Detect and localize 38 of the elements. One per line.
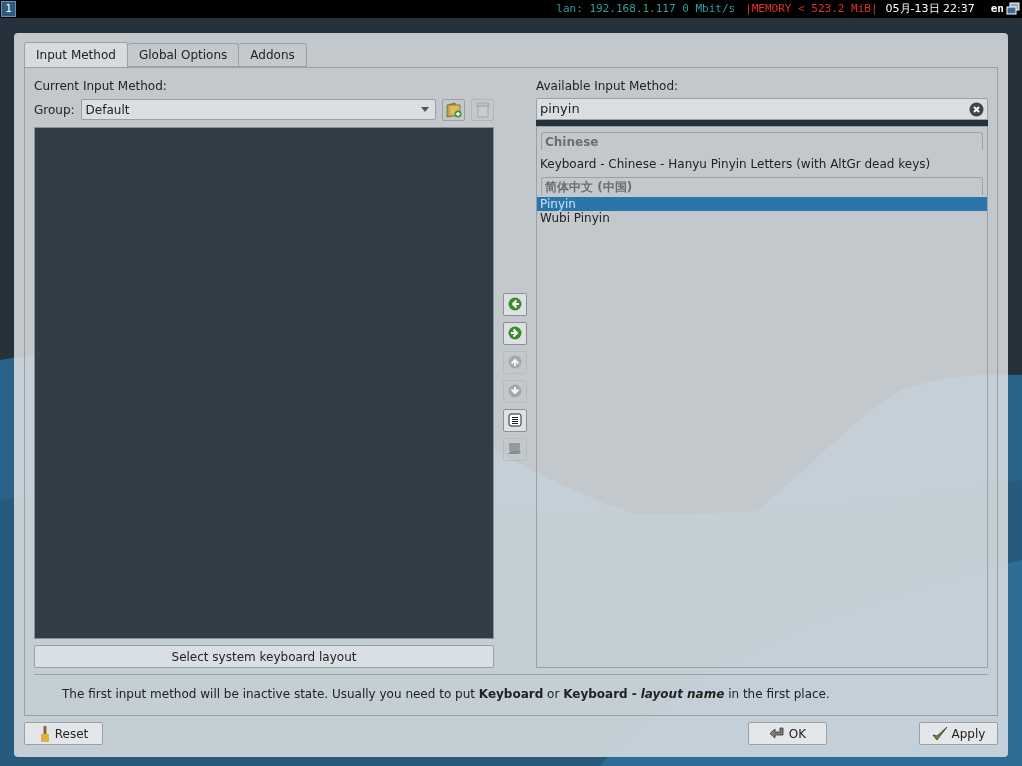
tab[interactable]: Global Options (127, 43, 240, 67)
computer-icon (507, 442, 523, 456)
list-item[interactable]: Keyboard - Chinese - Hanyu Pinyin Letters (with AltGr dead keys) (537, 150, 987, 177)
side-button[interactable] (503, 408, 527, 432)
left-arrow-icon (508, 297, 522, 311)
group-dropdown[interactable]: Default (80, 99, 436, 120)
brush-icon (38, 725, 51, 742)
list-icon (508, 413, 522, 427)
category-header: Chinese (541, 132, 983, 150)
keyboard-layout[interactable]: en (990, 0, 1004, 18)
list-item[interactable]: Pinyin (537, 197, 987, 211)
search-field[interactable]: pinyin (536, 98, 988, 120)
folder-add-icon (445, 101, 462, 118)
category-header: 简体中文 (中国) (541, 177, 983, 195)
workspace-indicator[interactable]: 1 (1, 1, 16, 17)
tab[interactable]: Addons (239, 43, 307, 67)
right-arrow-icon (508, 326, 522, 340)
select-keyboard-layout-button[interactable]: Select system keyboard layout (34, 645, 494, 668)
ok-button[interactable]: OK (748, 722, 827, 745)
trash-icon (475, 101, 490, 118)
return-arrow-icon (768, 726, 785, 741)
field-label: Group: (34, 101, 75, 119)
tab[interactable]: Input Method (24, 42, 128, 67)
down-arrow-icon (508, 384, 522, 398)
up-arrow-icon (508, 355, 522, 369)
caret-icon (421, 107, 429, 112)
clock: 05月-13日 22:37 (885, 0, 975, 17)
hint-text: The first input method will be inactive state. Usually you need to put Keyboard or Keyboard - layout name in the first place. (62, 687, 830, 701)
clear-icon[interactable] (969, 101, 984, 117)
section-label: Available Input Method: (536, 78, 680, 95)
network-status: lan: 192.168.1.117 0 Mbit/s (556, 0, 736, 17)
checkmark-icon (931, 725, 948, 742)
memory-status: |MEMORY < 523.2 MiB| (745, 0, 878, 17)
list-item[interactable]: Wubi Pinyin (537, 211, 987, 225)
section-label: Current Input Method: (34, 78, 168, 95)
apply-button[interactable]: Apply (919, 722, 998, 745)
reset-button[interactable]: Reset (24, 722, 103, 745)
add-group-button[interactable] (442, 98, 465, 121)
